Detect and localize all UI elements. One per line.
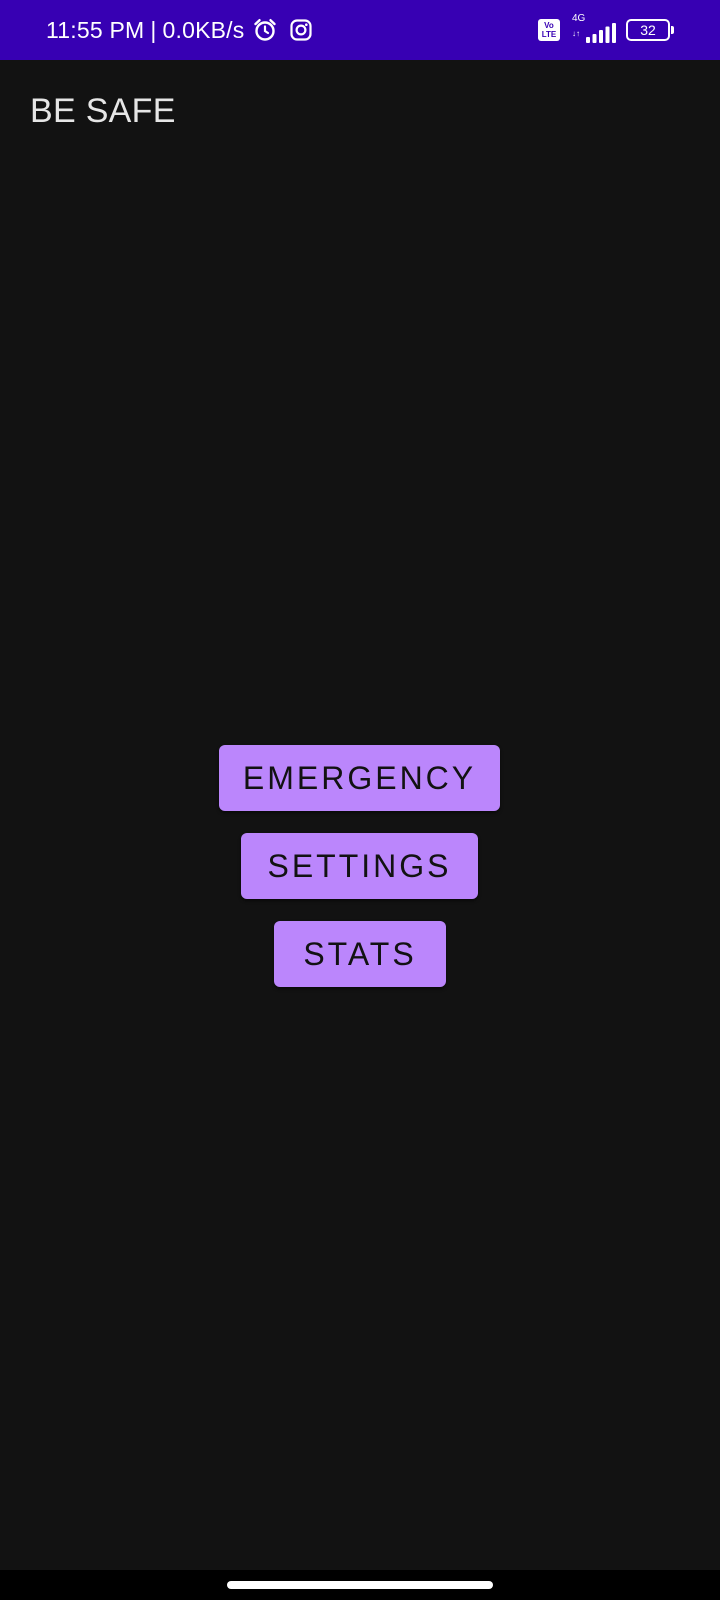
- volte-icon: Vo LTE: [538, 19, 560, 41]
- volte-bottom-label: LTE: [541, 30, 557, 39]
- stats-button[interactable]: STATS: [274, 921, 446, 987]
- emergency-button[interactable]: EMERGENCY: [219, 745, 500, 811]
- status-bar: 11:55 PM | 0.0KB/s Vo LTE 4G ↓↑ 32: [0, 0, 720, 60]
- status-separator: |: [150, 16, 157, 43]
- battery-level: 32: [640, 22, 656, 38]
- alarm-icon: [252, 17, 278, 43]
- navigation-bar: [0, 1570, 720, 1600]
- signal-icon: 4G ↓↑: [570, 13, 616, 45]
- status-network-speed: 0.0KB/s: [162, 16, 245, 43]
- battery-icon: 32: [626, 19, 674, 41]
- instagram-icon: [290, 19, 313, 41]
- status-time: 11:55 PM: [46, 16, 145, 43]
- status-left: 11:55 PM | 0.0KB/s: [46, 0, 313, 60]
- volte-top-label: Vo: [544, 21, 554, 30]
- battery-nub: [671, 26, 674, 34]
- app-title: BE SAFE: [30, 92, 176, 130]
- network-type: 4G: [572, 13, 586, 24]
- network-arrows: ↓↑: [572, 29, 580, 38]
- home-gesture-handle[interactable]: [227, 1581, 493, 1589]
- settings-button[interactable]: SETTINGS: [241, 833, 478, 899]
- status-right: Vo LTE 4G ↓↑ 32: [538, 0, 674, 60]
